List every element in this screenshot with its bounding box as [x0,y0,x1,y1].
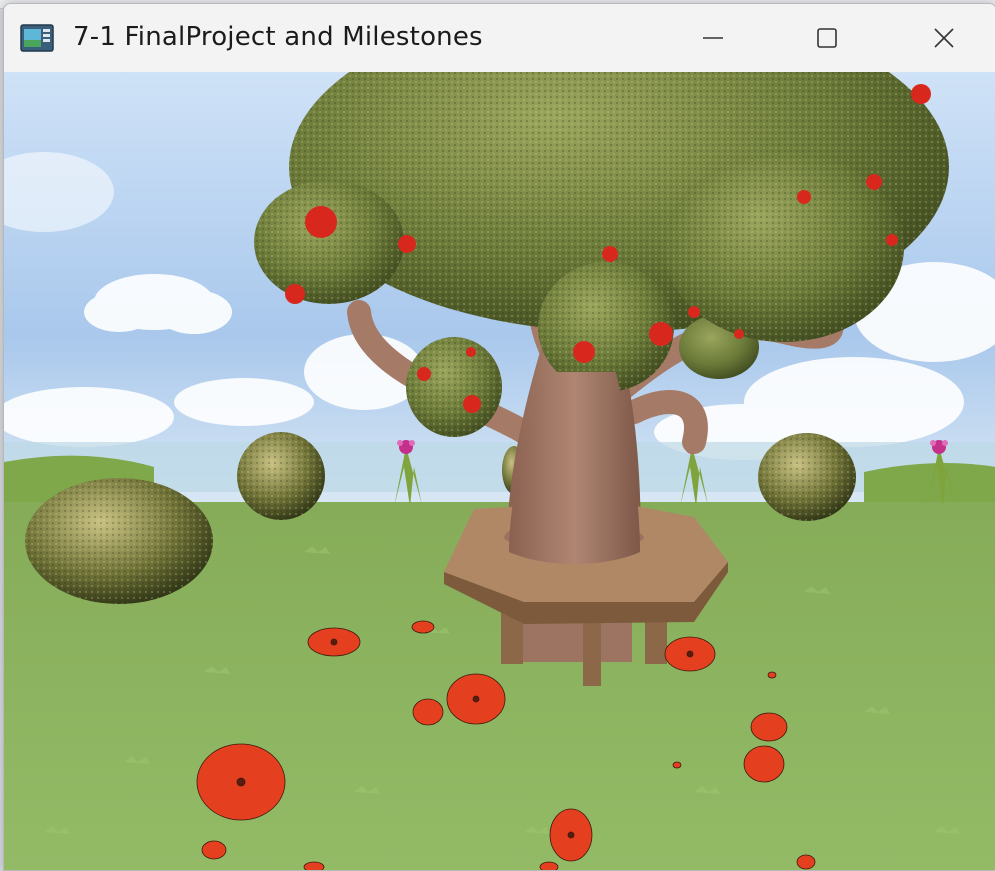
tree-trunk-base [522,620,632,662]
minimize-button[interactable] [678,14,748,62]
minimize-icon [703,37,723,39]
scene-canvas [4,72,995,870]
maximize-icon [817,28,837,48]
app-window-icon [20,24,54,52]
opengl-viewport[interactable] [4,72,995,870]
close-icon [934,28,954,48]
close-button[interactable] [909,14,979,62]
maximize-button[interactable] [792,14,862,62]
title-bar[interactable]: 7-1 FinalProject and Milestones [4,4,995,72]
window-title: 7-1 FinalProject and Milestones [73,22,483,52]
app-window: 7-1 FinalProject and Milestones [3,3,995,871]
